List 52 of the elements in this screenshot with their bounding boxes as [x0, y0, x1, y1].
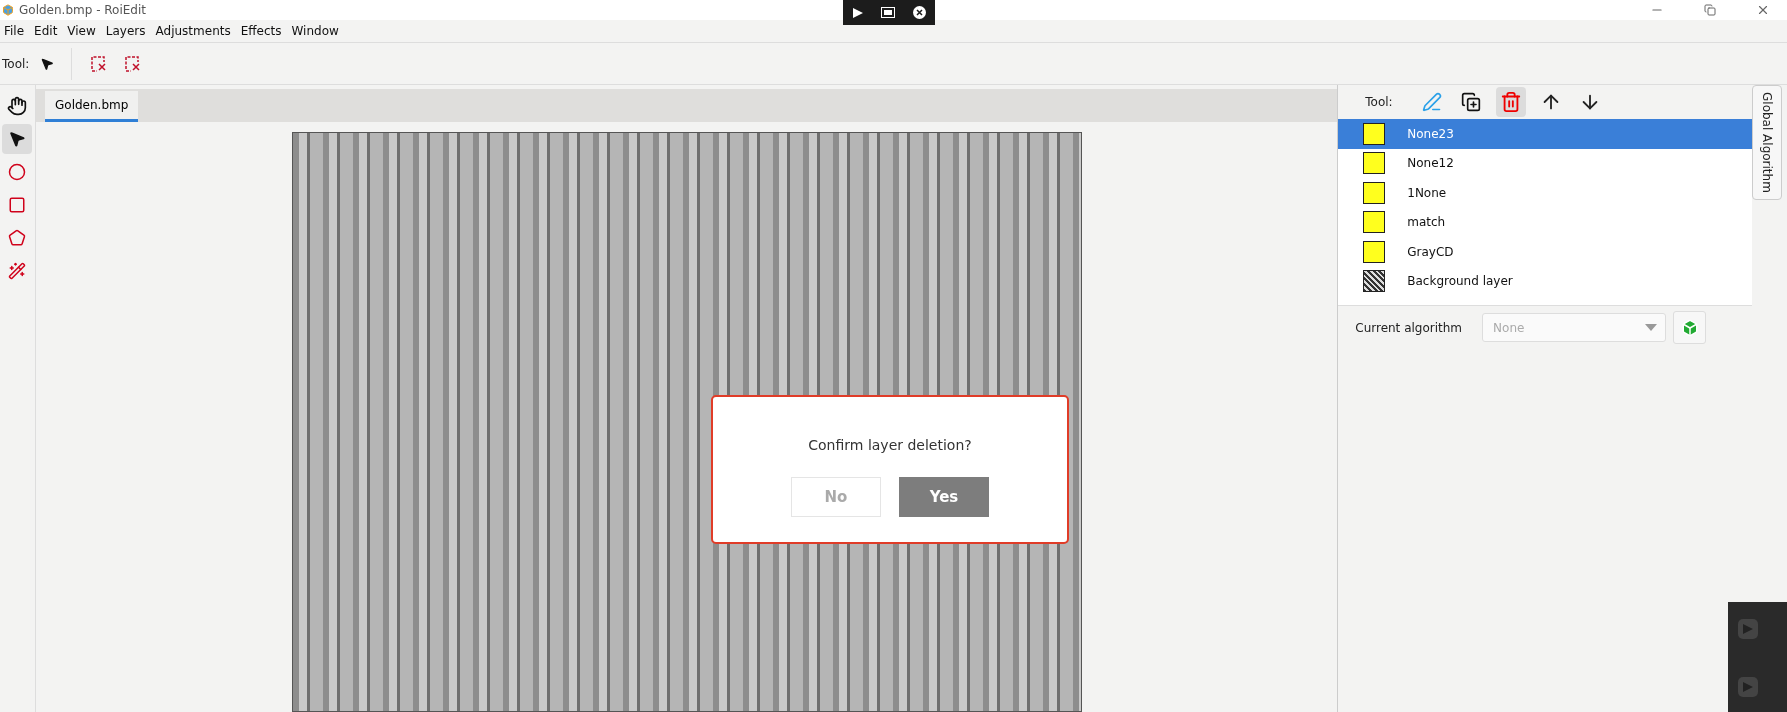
layer-swatch [1363, 122, 1386, 145]
menu-item[interactable]: View [63, 24, 102, 38]
play-icon [1738, 619, 1758, 639]
menu-item[interactable]: Edit [30, 24, 64, 38]
remove-selection-icon [90, 54, 109, 73]
algorithm-label: Current algorithm [1355, 320, 1463, 335]
menu-item[interactable]: Effects [236, 24, 288, 38]
layer-name: 1None [1407, 185, 1447, 200]
pointer-icon [40, 56, 55, 71]
confirm-button[interactable]: Yes [899, 477, 989, 517]
layer-swatch [1363, 211, 1386, 234]
layer-name: match [1407, 215, 1446, 230]
menu-item[interactable]: Adjustments [151, 24, 237, 38]
dropdown-arrow-icon [1645, 324, 1658, 331]
tool-button[interactable] [2, 124, 33, 154]
delete-button[interactable] [1495, 87, 1526, 117]
layer-name: GrayCD [1407, 244, 1454, 259]
cube-button[interactable] [1673, 311, 1707, 344]
hand-icon [7, 96, 28, 116]
layer-name: None23 [1407, 126, 1454, 141]
side-tab[interactable]: Global Algorithm [1752, 85, 1782, 200]
dialog-message: Confirm layer deletion? [808, 437, 972, 453]
layer-name: None12 [1407, 156, 1454, 171]
close-icon [913, 6, 927, 19]
pointer-icon [8, 130, 27, 148]
document-tab[interactable]: Golden.bmp [45, 91, 139, 122]
square-icon [8, 196, 27, 214]
close-icon [1756, 3, 1770, 17]
layer-thumbnail [1363, 270, 1386, 293]
layer-name: Background layer [1407, 274, 1513, 289]
add-copy-icon [1460, 92, 1481, 112]
layer-swatch [1363, 181, 1386, 204]
app-icon [2, 4, 14, 16]
cube-icon [1680, 318, 1699, 337]
layer-row[interactable]: None23 [1338, 119, 1752, 149]
pencil-icon [1421, 92, 1442, 112]
remove-selection-icon [124, 54, 143, 73]
play-icon [1738, 677, 1758, 697]
polygon-icon [8, 229, 27, 247]
menu-item[interactable]: Layers [101, 24, 152, 38]
restore-icon [1704, 4, 1716, 16]
window-title: Golden.bmp - RoiEdit [19, 3, 146, 17]
circle-icon [8, 163, 27, 181]
trash-icon [1499, 91, 1522, 113]
tool-label: Tool: [2, 56, 30, 71]
layer-swatch [1363, 152, 1386, 175]
screen-icon [881, 7, 896, 18]
tool-label: Tool: [1365, 95, 1393, 109]
magic-wand-icon [8, 262, 27, 280]
menu-item[interactable]: File [0, 24, 31, 38]
layer-swatch [1363, 240, 1386, 263]
menu-item[interactable]: Window [287, 24, 345, 38]
